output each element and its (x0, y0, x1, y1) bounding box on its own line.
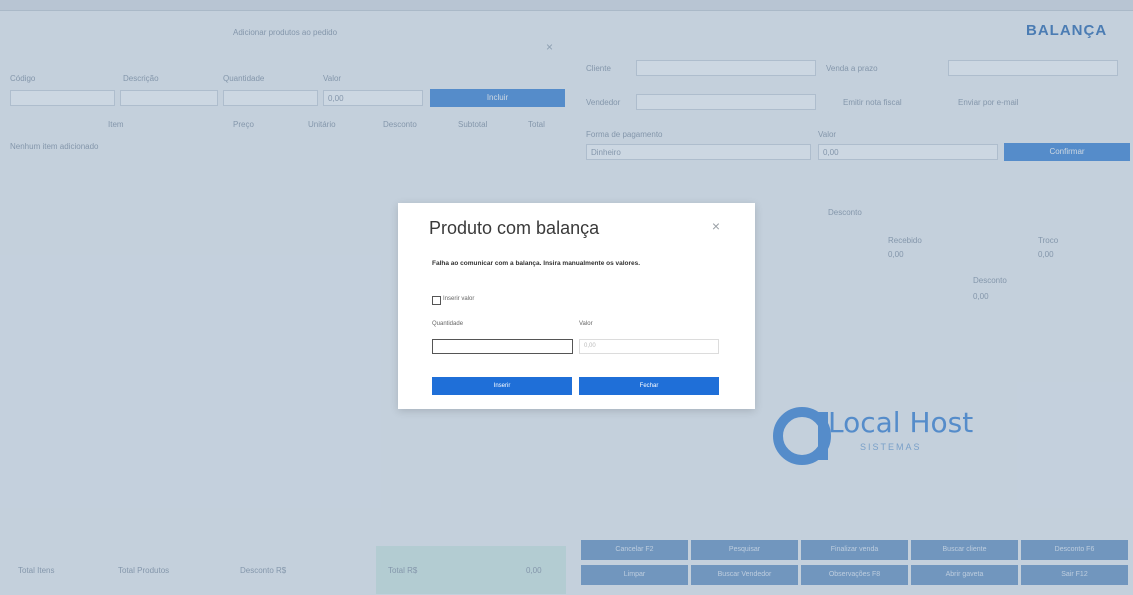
insert-value-checkbox-label[interactable]: Inserir valor (443, 296, 474, 302)
quantity-label: Quantidade (432, 321, 464, 327)
dialog-message: Falha ao comunicar com a balança. Insira… (432, 260, 641, 267)
scale-product-dialog: Produto com balança × Falha ao comunicar… (398, 203, 755, 409)
quantity-input[interactable] (432, 339, 573, 354)
close-button[interactable]: Fechar (579, 377, 719, 395)
close-icon[interactable]: × (708, 218, 724, 234)
value-label: Valor (579, 321, 593, 327)
insert-value-checkbox[interactable] (432, 296, 441, 305)
dialog-title: Produto com balança (429, 218, 600, 238)
insert-button[interactable]: Inserir (432, 377, 572, 395)
value-input[interactable]: 0,00 (579, 339, 719, 354)
